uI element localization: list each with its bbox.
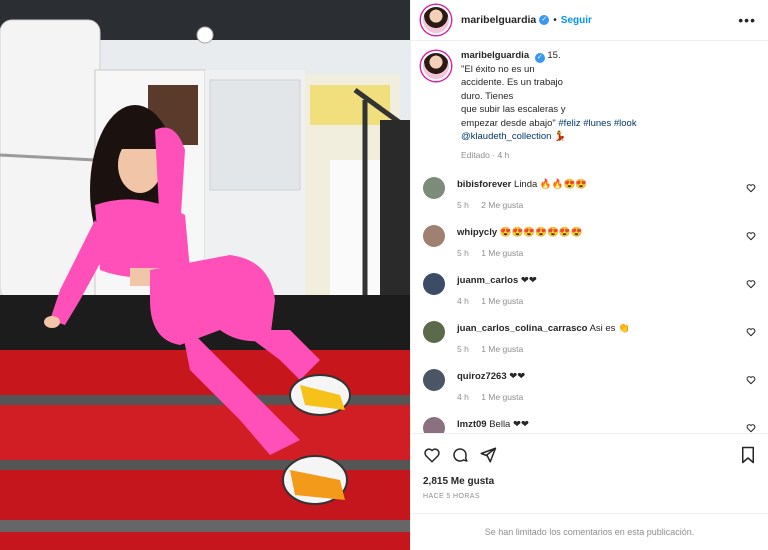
post-age: HACE 5 HORAS: [423, 493, 480, 500]
commenter-username[interactable]: juanm_carlos: [457, 275, 518, 286]
caption-emoji: 💃: [554, 131, 566, 143]
comment-row: juanm_carlos ❤❤ 4 h 1 Me gusta: [421, 272, 756, 307]
comment-row: quiroz7263 ❤❤ 4 h 1 Me gusta: [421, 368, 756, 403]
hashtag-link[interactable]: #lunes: [583, 118, 611, 129]
comment-likes[interactable]: 1 Me gusta: [481, 344, 523, 354]
comment-text: 😍😍😍😍😍😍😍: [499, 226, 583, 238]
action-icons: [423, 442, 756, 468]
comment-body: quiroz7263 ❤❤ 4 h 1 Me gusta: [457, 369, 533, 403]
separator-dot: •: [553, 14, 557, 26]
comment-meta: 5 h 1 Me gusta: [457, 247, 583, 259]
post-sidebar: maribelguardia ✓ • Seguir ••• maribelgua…: [410, 0, 768, 550]
mention-link[interactable]: @klaudeth_collection: [461, 131, 551, 142]
comment-row: bibisforever Linda 🔥🔥😍😍 5 h 2 Me gusta: [421, 176, 756, 211]
comment-like-heart-icon[interactable]: [746, 231, 756, 241]
commenter-username[interactable]: bibisforever: [457, 179, 511, 190]
comment-meta: 5 h 2 Me gusta: [457, 199, 587, 211]
commenter-username[interactable]: lmzt09: [457, 419, 487, 430]
caption-username[interactable]: maribelguardia: [461, 50, 529, 61]
action-bar: 2,815 Me gusta HACE 5 HORAS: [411, 433, 768, 513]
bookmark-icon[interactable]: [740, 446, 756, 464]
comment-time: 5 h: [457, 343, 469, 354]
follow-button[interactable]: Seguir: [561, 15, 592, 26]
hashtag-link[interactable]: #look: [614, 118, 637, 129]
caption-line: accidente. Es un trabajo: [461, 77, 563, 89]
caption-avatar[interactable]: [421, 51, 451, 81]
comments-list: bibisforever Linda 🔥🔥😍😍 5 h 2 Me gusta w…: [421, 176, 756, 433]
comment-likes[interactable]: 2 Me gusta: [481, 200, 523, 210]
caption-line: empezar desde abajo": [461, 117, 556, 129]
comment-meta: 5 h 1 Me gusta: [457, 343, 630, 355]
commenter-avatar[interactable]: [423, 368, 445, 391]
caption-line: que subir las escaleras y: [461, 104, 566, 116]
commenter-username[interactable]: whipycly: [457, 227, 497, 238]
comment-time: 4 h: [457, 295, 469, 306]
comment-like-heart-icon[interactable]: [746, 279, 756, 289]
caption-line: "El éxito no es un: [461, 64, 535, 75]
comment-icon[interactable]: [451, 446, 469, 464]
commenter-avatar[interactable]: [423, 176, 445, 199]
comment-row: lmzt09 Bella ❤❤: [421, 416, 756, 433]
comment-like-heart-icon[interactable]: [746, 423, 756, 433]
comment-meta: 4 h 1 Me gusta: [457, 295, 537, 307]
comment-body: juanm_carlos ❤❤ 4 h 1 Me gusta: [457, 273, 537, 307]
comment-time: 5 h: [457, 247, 469, 258]
caption-line: duro. Tienes: [461, 90, 514, 102]
comment-likes[interactable]: 1 Me gusta: [481, 392, 523, 402]
commenter-username[interactable]: quiroz7263: [457, 371, 507, 382]
comment-text: Bella ❤❤: [489, 418, 529, 430]
comment-row: juan_carlos_colina_carrasco Asi es 👏 5 h…: [421, 320, 756, 355]
caption-line: 15.: [547, 50, 561, 61]
comment-text: Asi es 👏: [589, 322, 630, 334]
verified-badge-icon: ✓: [534, 53, 545, 63]
commenter-avatar[interactable]: [423, 416, 445, 433]
comment-time: 4 h: [457, 391, 469, 402]
likes-count[interactable]: 2,815 Me gusta: [423, 476, 756, 487]
comments-limited-notice: Se han limitado los comentarios en esta …: [411, 513, 768, 550]
instagram-post: maribelguardia ✓ • Seguir ••• maribelgua…: [0, 0, 768, 550]
comment-body: whipycly 😍😍😍😍😍😍😍 5 h 1 Me gusta: [457, 225, 583, 259]
comment-body: lmzt09 Bella ❤❤: [457, 417, 529, 433]
comment-time: 5 h: [457, 199, 469, 210]
author-avatar[interactable]: [421, 5, 451, 35]
comment-like-heart-icon[interactable]: [746, 327, 756, 337]
commenter-avatar[interactable]: [423, 272, 445, 295]
caption-meta: Editado · 4 h: [461, 149, 681, 162]
author-username[interactable]: maribelguardia: [461, 14, 536, 26]
caption-time: 4 h: [497, 150, 510, 161]
hashtag-link[interactable]: #feliz: [558, 118, 580, 129]
caption-body: maribelguardia ✓ 15. "El éxito no es un …: [461, 49, 681, 163]
comment-text: Linda 🔥🔥😍😍: [514, 178, 588, 190]
comment-likes[interactable]: 1 Me gusta: [481, 296, 523, 306]
comment-row: whipycly 😍😍😍😍😍😍😍 5 h 1 Me gusta: [421, 224, 756, 259]
comment-body: bibisforever Linda 🔥🔥😍😍 5 h 2 Me gusta: [457, 177, 587, 211]
like-heart-icon[interactable]: [423, 446, 441, 464]
caption-dot: ·: [492, 150, 496, 161]
verified-badge-icon: ✓: [539, 15, 550, 25]
comment-like-heart-icon[interactable]: [746, 375, 756, 385]
commenter-avatar[interactable]: [423, 224, 445, 247]
comment-body: juan_carlos_colina_carrasco Asi es 👏 5 h…: [457, 321, 630, 355]
edited-label: Editado: [461, 150, 490, 161]
post-header: maribelguardia ✓ • Seguir •••: [411, 0, 768, 41]
share-icon[interactable]: [479, 446, 497, 464]
comment-meta: 4 h 1 Me gusta: [457, 391, 533, 403]
photo-illustration: [0, 0, 410, 550]
comment-text: ❤❤: [509, 370, 526, 382]
comment-text: ❤❤: [520, 274, 537, 286]
comment-like-heart-icon[interactable]: [746, 183, 756, 193]
more-options-icon[interactable]: •••: [738, 12, 756, 28]
post-photo[interactable]: [0, 0, 410, 550]
commenter-avatar[interactable]: [423, 320, 445, 343]
comments-scroll[interactable]: maribelguardia ✓ 15. "El éxito no es un …: [411, 41, 768, 433]
caption: maribelguardia ✓ 15. "El éxito no es un …: [421, 49, 756, 163]
comment-likes[interactable]: 1 Me gusta: [481, 248, 523, 258]
commenter-username[interactable]: juan_carlos_colina_carrasco: [457, 323, 587, 334]
